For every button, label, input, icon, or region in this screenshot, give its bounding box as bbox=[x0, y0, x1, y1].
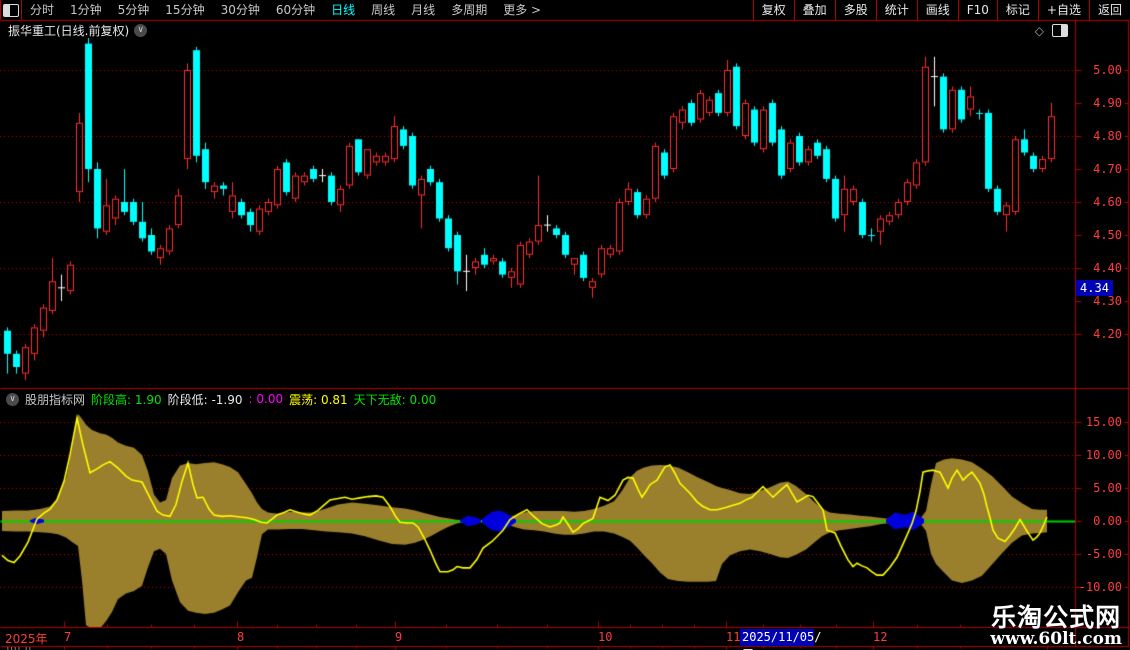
month-label-12: 12 bbox=[873, 630, 888, 644]
period-tab-1分钟[interactable]: 1分钟 bbox=[62, 0, 110, 20]
toolbar-button-画线[interactable]: 画线 bbox=[916, 0, 958, 20]
date-cursor-badge: 2025/11/05/三 bbox=[740, 629, 822, 650]
layout-toggle-button[interactable] bbox=[0, 0, 22, 20]
indicator-tick-5.00: 5.00 bbox=[1093, 481, 1122, 495]
toolbar-button-叠加[interactable]: 叠加 bbox=[793, 0, 835, 20]
indicator-value-2: : 0.00 bbox=[248, 392, 284, 406]
indicator-tick-0.00: 0.00 bbox=[1093, 514, 1122, 528]
toolbar-button-多股[interactable]: 多股 bbox=[834, 0, 876, 20]
diamond-icon[interactable]: ◇ bbox=[1035, 25, 1044, 37]
period-tab-日线[interactable]: 日线 bbox=[323, 0, 363, 20]
month-label-8: 8 bbox=[237, 630, 245, 644]
price-cursor-badge: 4.34 bbox=[1076, 279, 1113, 296]
period-menu: 分时 1分钟 5分钟 15分钟 30分钟 60分钟 日线 周线 月线 多周期 更多 > bbox=[22, 0, 549, 20]
price-tick-4.60: 4.60 bbox=[1093, 195, 1122, 209]
price-tick-4.90: 4.90 bbox=[1093, 96, 1122, 110]
period-toolbar: 分时 1分钟 5分钟 15分钟 30分钟 60分钟 日线 周线 月线 多周期 更多 > 复权 叠加 多股… bbox=[0, 0, 1130, 20]
indicator-tick-10.00: 10.00 bbox=[1085, 448, 1122, 462]
price-tick-4.40: 4.40 bbox=[1093, 261, 1122, 275]
price-tick-4.80: 4.80 bbox=[1093, 129, 1122, 143]
month-label-7: 7 bbox=[64, 630, 72, 644]
toolbar-button-返回[interactable]: 返回 bbox=[1088, 0, 1130, 20]
split-right-icon[interactable] bbox=[1052, 24, 1068, 37]
period-tab-5分钟[interactable]: 5分钟 bbox=[110, 0, 158, 20]
price-tick-4.70: 4.70 bbox=[1093, 162, 1122, 176]
stock-title: 振华重工(日线.前复权) bbox=[8, 23, 130, 38]
month-label-10: 10 bbox=[598, 630, 613, 644]
watermark-url: www.60lt.com bbox=[990, 629, 1122, 649]
action-menu: 复权 叠加 多股 统计 画线 F10 标记 +自选 返回 bbox=[752, 0, 1130, 20]
toolbar-button-标记[interactable]: 标记 bbox=[996, 0, 1038, 20]
period-tab-15分钟[interactable]: 15分钟 bbox=[157, 0, 212, 20]
collapse-chevron-icon[interactable]: ∨ bbox=[134, 23, 148, 37]
year-label: 2025年 bbox=[5, 632, 48, 646]
month-label-11: 11 bbox=[726, 630, 741, 644]
price-tick-5.00: 5.00 bbox=[1093, 63, 1122, 77]
toolbar-button-+自选[interactable]: +自选 bbox=[1037, 0, 1089, 20]
period-tab-60分钟[interactable]: 60分钟 bbox=[268, 0, 323, 20]
trading-app-window: 分时 1分钟 5分钟 15分钟 30分钟 60分钟 日线 周线 月线 多周期 更多 > 复权 叠加 多股… bbox=[0, 0, 1130, 650]
watermark-site-name: 乐淘公式网 bbox=[991, 603, 1122, 632]
month-label-9: 9 bbox=[395, 630, 403, 644]
date-axis: 2025年 2025/11/05/三 7 8 9 10 11 12 bbox=[0, 629, 1130, 650]
watermark: 乐淘公式网 www.60lt.com bbox=[990, 605, 1122, 648]
indicator-value-0: 阶段高: 1.90 bbox=[91, 392, 162, 407]
period-tab-周线[interactable]: 周线 bbox=[363, 0, 403, 20]
indicator-value-1: 阶段低: -1.90 bbox=[167, 392, 243, 407]
indicator-tick--10.00: -10.00 bbox=[1078, 580, 1122, 594]
period-tab-30分钟[interactable]: 30分钟 bbox=[213, 0, 268, 20]
indicator-value-3: 震荡: 0.81 bbox=[289, 392, 348, 407]
toolbar-button-统计[interactable]: 统计 bbox=[875, 0, 917, 20]
corner-icons: ◇ bbox=[1035, 24, 1068, 37]
toolbar-button-复权[interactable]: 复权 bbox=[752, 0, 794, 20]
period-tab-分时[interactable]: 分时 bbox=[22, 0, 62, 20]
period-tab-更多 >[interactable]: 更多 > bbox=[495, 0, 549, 20]
chart-title-row: 振华重工(日线.前复权) ∨ bbox=[8, 22, 148, 38]
price-tick-4.50: 4.50 bbox=[1093, 228, 1122, 242]
indicator-value-4: 天下无敌: 0.00 bbox=[353, 392, 437, 407]
toolbar-button-F10[interactable]: F10 bbox=[957, 0, 997, 20]
indicator-source-label: 股朋指标网 bbox=[25, 392, 86, 407]
split-left-icon bbox=[3, 3, 19, 17]
chart-canvas[interactable] bbox=[0, 0, 1130, 650]
price-tick-4.20: 4.20 bbox=[1093, 327, 1122, 341]
indicator-header: ∨ 股朋指标网 阶段高: 1.90 阶段低: -1.90 : 0.00 震荡: 0.8… bbox=[6, 391, 436, 407]
period-tab-月线[interactable]: 月线 bbox=[403, 0, 443, 20]
price-tick-4.30: 4.30 bbox=[1093, 294, 1122, 308]
indicator-tick--5.00: -5.00 bbox=[1085, 547, 1122, 561]
indicator-tick-15.00: 15.00 bbox=[1085, 415, 1122, 429]
indicator-chevron-icon[interactable]: ∨ bbox=[6, 392, 19, 406]
period-tab-多周期[interactable]: 多周期 bbox=[443, 0, 495, 20]
